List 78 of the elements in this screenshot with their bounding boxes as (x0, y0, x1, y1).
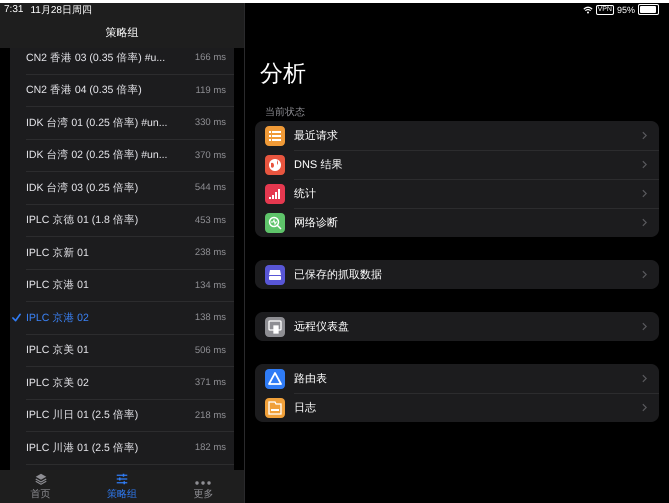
battery-icon (638, 4, 659, 15)
policy-row[interactable]: IPLC 川港 01 (2.5 倍率) 182 ms (26, 432, 234, 464)
policy-name: IPLC 京德 01 (1.8 倍率) (26, 213, 140, 228)
tab-item[interactable]: 策略组 (96, 472, 147, 500)
chevron-icon (642, 403, 647, 412)
menu-label: DNS 结果 (294, 158, 342, 172)
menu-label: 已保存的抓取数据 (294, 268, 382, 282)
sidebar-title: 策略组 (106, 26, 138, 40)
menu-label: 日志 (294, 400, 316, 415)
policy-row[interactable]: IDK 台湾 02 (0.25 倍率) #un... 370 ms (26, 140, 234, 172)
policy-row[interactable]: IPLC 京德 01 (1.8 倍率) 453 ms (26, 204, 234, 237)
latency-value: 238 ms (194, 247, 226, 258)
status-date: 11月28日周四 (30, 4, 92, 16)
latency-value: 506 ms (194, 344, 226, 356)
policy-name: IPLC 京港 02 (26, 310, 90, 325)
policy-name: IPLC 京美 01 (26, 343, 90, 358)
latency-value: 544 ms (194, 182, 226, 194)
latency-value: 182 ms (194, 442, 226, 454)
chevron-icon (642, 270, 647, 279)
tab-item[interactable]: 更多 (178, 472, 228, 500)
chevron-icon (642, 218, 647, 227)
policy-row[interactable]: IDK 台湾 03 (0.25 倍率) 544 ms (26, 172, 234, 204)
policy-name: IPLC 川港 01 (2.5 倍率) (26, 440, 140, 455)
policy-row[interactable]: IPLC 京美 01 506 ms (26, 334, 234, 367)
policy-row[interactable]: IPLC 京港 02 138 ms (26, 302, 234, 334)
menu-row[interactable]: 最近请求 (255, 121, 659, 150)
latency-value: 138 ms (194, 312, 226, 324)
wifi-icon (582, 6, 593, 14)
menu-row[interactable]: DNS 结果 (255, 150, 659, 179)
policy-row[interactable]: CN2 香港 03 (0.35 倍率) #u... 166 ms (26, 48, 234, 74)
policy-name: IPLC 京美 02 (26, 376, 90, 390)
status-time: 7:31 (4, 4, 24, 15)
page-title: 分析 (260, 59, 307, 87)
latency-value: 453 ms (194, 214, 226, 226)
policy-row[interactable]: IPLC 川日 01 (2.5 倍率) 218 ms (26, 400, 234, 432)
menu-row[interactable]: 远程仪表盘 (255, 312, 659, 341)
more-icon (195, 480, 212, 484)
section-header: 当前状态 (265, 106, 306, 119)
policy-row[interactable]: IPLC 京港 01 134 ms (26, 270, 234, 302)
checkmark-icon (12, 313, 21, 322)
chevron-icon (642, 130, 647, 140)
policy-name: CN2 香港 04 (0.35 倍率) (26, 83, 143, 98)
chevron-icon (642, 374, 647, 382)
layers-icon (34, 472, 48, 484)
policy-name: IDK 台湾 02 (0.25 倍率) #un... (26, 148, 168, 162)
chevron-icon (642, 322, 647, 331)
sliders-icon (114, 472, 129, 484)
latency-value: 119 ms (196, 84, 226, 96)
battery-percentage: 95% (616, 4, 635, 14)
menu-label: 网络诊断 (294, 216, 338, 230)
menu-label: 统计 (294, 186, 316, 200)
latency-value: 330 ms (194, 117, 226, 128)
policy-name: IDK 台湾 01 (0.25 倍率) #un... (26, 116, 168, 130)
latency-value: 370 ms (194, 150, 226, 161)
menu-label: 最近请求 (294, 128, 338, 142)
menu-row[interactable]: 日志 (255, 393, 659, 422)
latency-value: 166 ms (194, 52, 226, 64)
menu-label: 路由表 (294, 372, 327, 386)
tab-item[interactable]: 首页 (16, 472, 66, 500)
chevron-icon (642, 188, 647, 198)
policy-name: IPLC 京新 01 (26, 246, 90, 260)
policy-row[interactable]: IPLC 京美 02 371 ms (26, 367, 234, 400)
latency-value: 134 ms (194, 280, 226, 291)
latency-value: 218 ms (194, 410, 226, 421)
policy-name: IPLC 川日 01 (2.5 倍率) (26, 408, 140, 422)
menu-row[interactable]: 统计 (255, 179, 659, 208)
latency-value: 371 ms (194, 377, 226, 388)
menu-row[interactable]: 路由表 (255, 364, 659, 393)
policy-row[interactable]: IDK 台湾 01 (0.25 倍率) #un... 330 ms (26, 107, 234, 140)
policy-row[interactable]: CN2 香港 04 (0.35 倍率) 119 ms (26, 74, 234, 107)
menu-row[interactable]: 网络诊断 (255, 208, 659, 237)
menu-row[interactable]: 已保存的抓取数据 (255, 260, 659, 289)
chevron-icon (642, 160, 647, 168)
policy-row[interactable]: IPLC 京新 01 238 ms (26, 237, 234, 270)
policy-name: CN2 香港 03 (0.35 倍率) #u... (26, 50, 166, 65)
menu-label: 远程仪表盘 (294, 320, 349, 334)
policy-name: IDK 台湾 03 (0.25 倍率) (26, 180, 140, 195)
policy-name: IPLC 京港 01 (26, 278, 90, 292)
